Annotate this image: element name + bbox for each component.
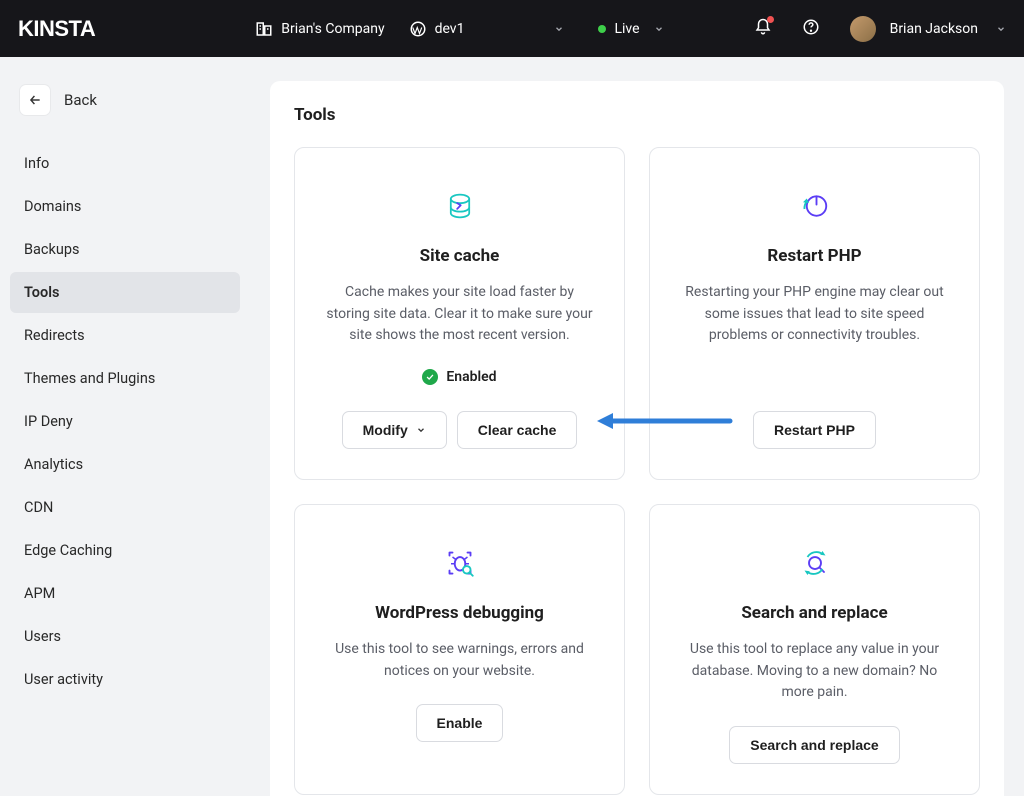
site-chevron[interactable]: [554, 24, 564, 34]
shell: Back Info Domains Backups Tools Redirect…: [0, 57, 1024, 796]
sidebar-item-domains[interactable]: Domains: [10, 186, 240, 227]
page-title: Tools: [294, 105, 980, 125]
user-name: Brian Jackson: [890, 21, 978, 37]
sidebar-item-tools[interactable]: Tools: [10, 272, 240, 313]
restart-php-icon: [797, 184, 833, 228]
button-label: Enable: [437, 715, 483, 731]
arrow-left-icon: [28, 93, 42, 107]
button-row: Modify Clear cache: [342, 411, 578, 449]
sidebar-item-label: Info: [24, 155, 49, 172]
search-replace-icon: [797, 541, 833, 585]
help-button[interactable]: [802, 18, 820, 40]
live-status-dot-icon: [598, 25, 606, 33]
sidebar-item-label: APM: [24, 585, 55, 602]
sidebar-item-label: CDN: [24, 499, 53, 516]
debug-icon: [442, 541, 478, 585]
sidebar-item-apm[interactable]: APM: [10, 573, 240, 614]
wordpress-icon: [409, 20, 427, 38]
environment-selector[interactable]: Live: [598, 21, 663, 37]
card-desc: Restarting your PHP engine may clear out…: [678, 282, 951, 347]
back-button[interactable]: [20, 85, 50, 115]
card-desc: Use this tool to replace any value in yo…: [678, 639, 951, 704]
card-title: Restart PHP: [767, 246, 861, 266]
back-label: Back: [64, 91, 97, 109]
company-icon: [255, 20, 273, 38]
sidebar-item-label: Themes and Plugins: [24, 370, 155, 387]
sidebar-item-info[interactable]: Info: [10, 143, 240, 184]
topbar: KINSTA Brian's Company dev1 Live: [0, 0, 1024, 57]
company-label: Brian's Company: [281, 21, 384, 37]
help-icon: [802, 18, 820, 40]
enable-debug-button[interactable]: Enable: [416, 704, 504, 742]
sidebar-item-label: User activity: [24, 671, 103, 688]
chevron-down-icon: [416, 422, 426, 438]
sidebar-item-backups[interactable]: Backups: [10, 229, 240, 270]
sidebar-item-users[interactable]: Users: [10, 616, 240, 657]
card-search-replace: Search and replace Use this tool to repl…: [649, 504, 980, 795]
sidebar-item-ip-deny[interactable]: IP Deny: [10, 401, 240, 442]
button-label: Modify: [363, 422, 408, 438]
sidebar-item-analytics[interactable]: Analytics: [10, 444, 240, 485]
sidebar-item-label: Edge Caching: [24, 542, 112, 559]
sidebar-item-user-activity[interactable]: User activity: [10, 659, 240, 700]
sidebar-item-label: Redirects: [24, 327, 85, 344]
card-title: Search and replace: [741, 603, 887, 623]
user-menu[interactable]: Brian Jackson: [850, 16, 1006, 42]
sidebar-item-label: IP Deny: [24, 413, 73, 430]
button-label: Clear cache: [478, 422, 557, 438]
sidebar-item-label: Domains: [24, 198, 81, 215]
status-enabled: Enabled: [422, 369, 496, 385]
avatar: [850, 16, 876, 42]
chevron-down-icon: [654, 24, 664, 34]
card-desc: Cache makes your site load faster by sto…: [323, 282, 596, 347]
site-selector[interactable]: dev1: [409, 20, 465, 38]
notifications-button[interactable]: [754, 18, 772, 40]
sidebar-item-themes-plugins[interactable]: Themes and Plugins: [10, 358, 240, 399]
environment-label: Live: [614, 21, 639, 37]
clear-cache-button[interactable]: Clear cache: [457, 411, 578, 449]
status-label: Enabled: [446, 369, 496, 385]
panel: Tools Site cache Cache makes your site l…: [270, 81, 1004, 796]
sidebar-item-label: Users: [24, 628, 61, 645]
check-circle-icon: [422, 369, 438, 385]
card-title: WordPress debugging: [375, 603, 544, 623]
card-wp-debugging: WordPress debugging Use this tool to see…: [294, 504, 625, 795]
sidebar-item-edge-caching[interactable]: Edge Caching: [10, 530, 240, 571]
site-label: dev1: [435, 21, 465, 37]
site-cache-icon: [443, 184, 477, 228]
notification-badge: [767, 16, 774, 23]
cards-grid: Site cache Cache makes your site load fa…: [294, 147, 980, 795]
back-link[interactable]: Back: [10, 81, 240, 143]
card-desc: Use this tool to see warnings, errors an…: [323, 639, 596, 682]
chevron-down-icon: [996, 24, 1006, 34]
card-restart-php: Restart PHP Restarting your PHP engine m…: [649, 147, 980, 480]
card-site-cache: Site cache Cache makes your site load fa…: [294, 147, 625, 480]
main: Tools Site cache Cache makes your site l…: [250, 57, 1024, 796]
sidebar-item-label: Tools: [24, 284, 59, 301]
sidebar-item-label: Analytics: [24, 456, 83, 473]
logo[interactable]: KINSTA: [18, 16, 95, 42]
search-replace-button[interactable]: Search and replace: [729, 726, 899, 764]
sidebar: Back Info Domains Backups Tools Redirect…: [0, 57, 250, 796]
button-label: Search and replace: [750, 737, 878, 753]
card-title: Site cache: [420, 246, 500, 266]
modify-button[interactable]: Modify: [342, 411, 447, 449]
restart-php-button[interactable]: Restart PHP: [753, 411, 876, 449]
company-selector[interactable]: Brian's Company: [255, 20, 384, 38]
button-label: Restart PHP: [774, 422, 855, 438]
chevron-down-icon: [554, 24, 564, 34]
sidebar-item-label: Backups: [24, 241, 79, 258]
logo-text: KINSTA: [18, 16, 95, 41]
sidebar-item-cdn[interactable]: CDN: [10, 487, 240, 528]
sidebar-item-redirects[interactable]: Redirects: [10, 315, 240, 356]
